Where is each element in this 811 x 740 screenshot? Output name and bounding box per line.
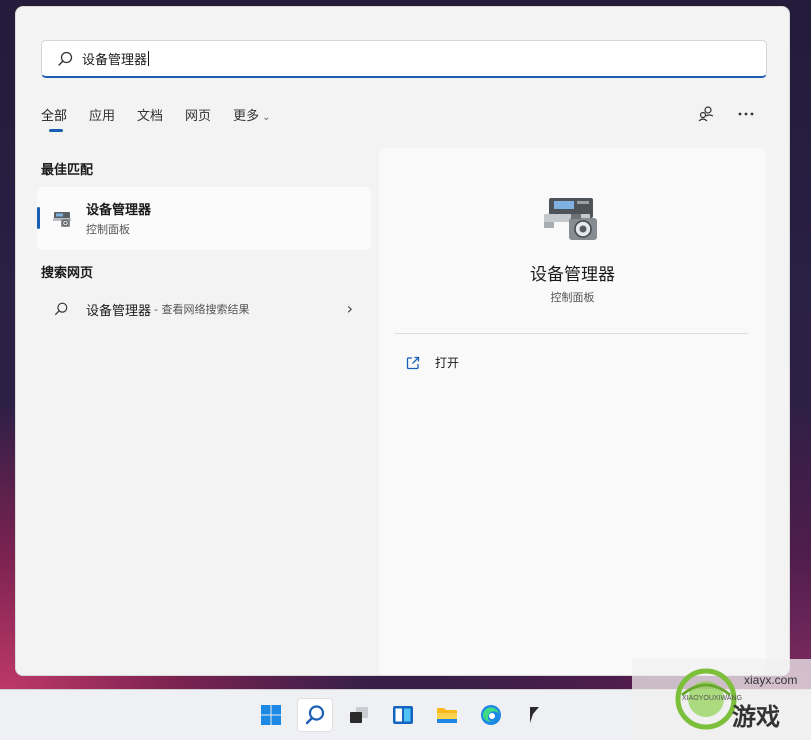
search-input[interactable]: 设备管理器 — [41, 40, 767, 78]
account-switch-icon[interactable] — [697, 105, 715, 123]
web-search-result[interactable]: 设备管理器 - 查看网络搜索结果 › — [37, 293, 371, 325]
tab-more[interactable]: 更多 ⌄ — [233, 105, 270, 124]
watermark-text: 游戏 — [732, 703, 780, 731]
edge-browser-button[interactable] — [473, 698, 509, 732]
store-button[interactable] — [517, 698, 553, 732]
folder-icon — [437, 708, 457, 723]
file-explorer-button[interactable] — [429, 698, 465, 732]
search-icon — [58, 51, 73, 66]
open-label: 打开 — [435, 356, 460, 370]
web-result-suffix: - 查看网络搜索结果 — [154, 303, 250, 316]
search-icon — [305, 705, 325, 725]
search-icon — [55, 302, 68, 315]
best-match-name: 设备管理器 — [86, 203, 152, 218]
device-manager-icon — [53, 212, 71, 227]
device-manager-icon — [544, 198, 597, 240]
tab-all[interactable]: 全部 — [41, 105, 67, 132]
top-actions — [697, 105, 755, 123]
web-search-heading: 搜索网页 — [41, 266, 94, 281]
windows-logo-icon — [261, 705, 281, 725]
tab-more-label: 更多 — [233, 109, 260, 124]
detail-pane: 设备管理器 控制面板 打开 — [379, 148, 766, 675]
search-query-text: 设备管理器 — [82, 53, 148, 68]
tab-web[interactable]: 网页 — [185, 105, 211, 124]
tab-apps[interactable]: 应用 — [89, 105, 115, 124]
search-taskbar-button[interactable] — [297, 698, 333, 732]
best-match-heading: 最佳匹配 — [41, 163, 94, 178]
widgets-button[interactable] — [385, 698, 421, 732]
text-caret — [148, 51, 150, 66]
start-button[interactable] — [253, 698, 289, 732]
best-match-subtitle: 控制面板 — [86, 223, 130, 236]
best-match-item[interactable]: 设备管理器 控制面板 — [37, 187, 371, 250]
chevron-down-icon: ⌄ — [262, 112, 271, 123]
start-search-panel: 设备管理器 全部 应用 文档 网页 更多 ⌄ 最佳匹配 设备管理器 控制面板 搜… — [15, 6, 790, 676]
selection-indicator — [37, 207, 40, 229]
task-view-icon — [350, 707, 368, 723]
widgets-icon — [393, 706, 413, 724]
open-action[interactable]: 打开 — [405, 354, 459, 371]
web-result-query: 设备管理器 — [86, 303, 152, 319]
task-view-button[interactable] — [341, 698, 377, 732]
edge-icon — [481, 705, 501, 725]
watermark: xiayx.com XIAOYOUXIWANG 游戏 — [632, 659, 811, 739]
detail-title: 设备管理器 — [530, 265, 615, 285]
open-external-icon — [406, 356, 420, 369]
detail-subtitle: 控制面板 — [550, 291, 595, 304]
tab-documents[interactable]: 文档 — [137, 105, 163, 124]
chevron-right-icon: › — [346, 299, 353, 318]
filter-tabs: 全部 应用 文档 网页 更多 ⌄ — [41, 105, 292, 132]
pen-icon — [530, 707, 539, 723]
more-options-icon[interactable] — [737, 105, 755, 123]
divider — [395, 333, 748, 334]
watermark-url: xiayx.com — [744, 673, 798, 687]
